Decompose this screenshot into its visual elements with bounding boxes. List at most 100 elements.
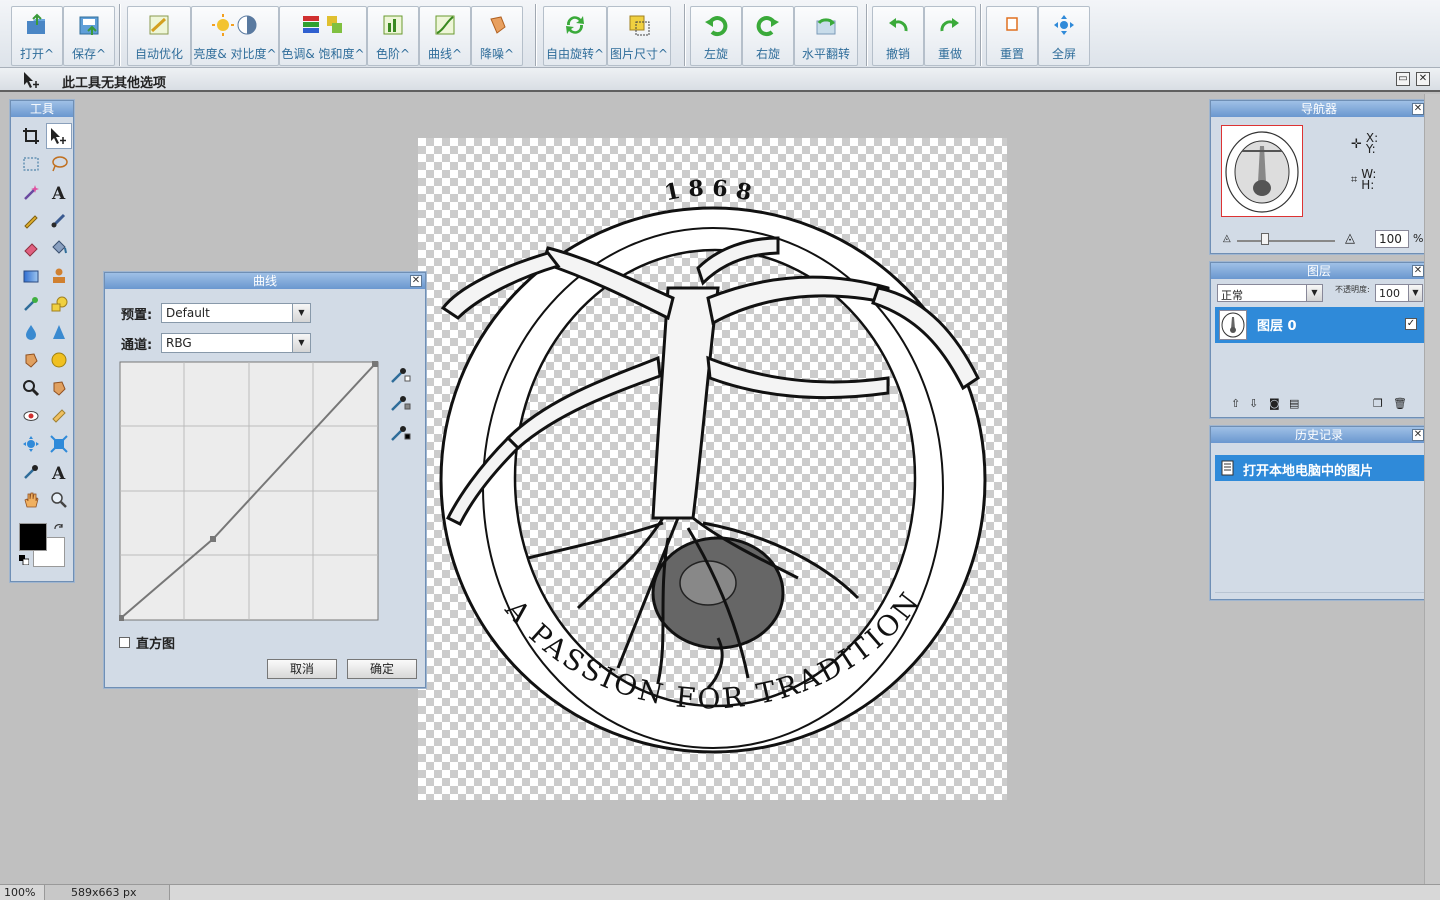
image-size-icon bbox=[629, 15, 650, 36]
layer-visibility-checkbox[interactable]: ✓ bbox=[1405, 318, 1417, 330]
move-tool[interactable] bbox=[46, 123, 72, 149]
smudge-tool[interactable] bbox=[18, 347, 44, 373]
spot-heal-tool[interactable] bbox=[46, 403, 72, 429]
zoom-input[interactable]: 100 bbox=[1375, 230, 1409, 248]
eraser-icon bbox=[24, 243, 38, 257]
transform-group: 自由旋转^ 图片尺寸^ bbox=[543, 6, 671, 66]
move-tool-icon bbox=[24, 72, 39, 88]
rotate-left-button[interactable]: 左旋 bbox=[690, 6, 742, 66]
curve-graph[interactable] bbox=[119, 361, 381, 623]
lasso-tool[interactable] bbox=[46, 151, 72, 177]
swap-colors-icon[interactable] bbox=[53, 523, 65, 535]
crop-tool[interactable] bbox=[18, 123, 44, 149]
image-size-button[interactable]: 图片尺寸^ bbox=[607, 6, 671, 66]
workspace-scrollbar[interactable] bbox=[1424, 94, 1440, 884]
brush-tool[interactable] bbox=[46, 207, 72, 233]
foreground-color-swatch[interactable] bbox=[19, 523, 47, 551]
auto-enhance-button[interactable]: 自动优化 bbox=[127, 6, 191, 66]
close-window-button[interactable]: ✕ bbox=[1416, 72, 1430, 86]
history-panel: 历史记录 ✕ 打开本地电脑中的图片 bbox=[1210, 426, 1428, 600]
marquee-tool[interactable] bbox=[18, 151, 44, 177]
curve-point[interactable] bbox=[210, 536, 216, 542]
rect-select-icon bbox=[23, 157, 39, 171]
restore-window-button[interactable]: ▭ bbox=[1396, 72, 1410, 86]
chevron-down-icon: ▼ bbox=[292, 334, 310, 352]
hue-saturation-button[interactable]: 色调& 饱和度^ bbox=[279, 6, 367, 66]
redo-icon bbox=[940, 18, 959, 32]
fullscreen-button[interactable]: 全屏 bbox=[1038, 6, 1090, 66]
type-tool[interactable]: A bbox=[46, 459, 72, 485]
new-layer-icon[interactable]: ❐ bbox=[1373, 397, 1383, 410]
gradient-tool[interactable] bbox=[18, 263, 44, 289]
curve-point[interactable] bbox=[119, 615, 124, 621]
blend-mode-select[interactable]: 正常 ▼ bbox=[1217, 284, 1323, 302]
preset-select[interactable]: Default ▼ bbox=[161, 303, 311, 323]
history-close-button[interactable]: ✕ bbox=[1412, 429, 1424, 441]
sponge-tool[interactable] bbox=[46, 347, 72, 373]
white-point-eyedropper-icon[interactable] bbox=[389, 365, 411, 385]
rotate-right-button[interactable]: 右旋 bbox=[742, 6, 794, 66]
open-button[interactable]: 打开^ bbox=[11, 6, 63, 66]
burn-tool[interactable] bbox=[46, 375, 72, 401]
channel-select[interactable]: RBG ▼ bbox=[161, 333, 311, 353]
curve-point[interactable] bbox=[372, 361, 378, 367]
zoom-slider-handle[interactable] bbox=[1261, 233, 1269, 245]
replace-color-tool[interactable] bbox=[18, 291, 44, 317]
ok-button[interactable]: 确定 bbox=[347, 659, 417, 679]
tools-panel: 工具 A A bbox=[10, 100, 74, 582]
chevron-down-icon: ▼ bbox=[1306, 285, 1322, 301]
move-layer-down-icon[interactable]: ⇩ bbox=[1249, 397, 1258, 410]
move-layer-up-icon[interactable]: ⇧ bbox=[1231, 397, 1240, 410]
dodge-burn-tool[interactable] bbox=[18, 375, 44, 401]
undo-button[interactable]: 撤销 bbox=[872, 6, 924, 66]
delete-layer-icon[interactable]: 🗑 bbox=[1393, 397, 1407, 410]
sharpen-icon bbox=[53, 325, 65, 339]
zoom-out-icon[interactable]: ◬ bbox=[1223, 233, 1231, 244]
redo-button[interactable]: 重做 bbox=[924, 6, 976, 66]
curves-button[interactable]: 曲线^ bbox=[419, 6, 471, 66]
bloat-tool[interactable] bbox=[18, 431, 44, 457]
text-tool[interactable]: A bbox=[46, 179, 72, 205]
histogram-checkbox[interactable] bbox=[119, 637, 130, 648]
black-point-eyedropper-icon[interactable] bbox=[389, 423, 411, 443]
sharpen-tool[interactable] bbox=[46, 319, 72, 345]
layer-mask-icon[interactable]: ◙ bbox=[1269, 397, 1280, 410]
shape-tool[interactable] bbox=[46, 291, 72, 317]
eraser-tool[interactable] bbox=[18, 235, 44, 261]
opacity-select[interactable]: 100 ▼ bbox=[1375, 284, 1423, 302]
hand-tool[interactable] bbox=[18, 487, 44, 513]
navigator-close-button[interactable]: ✕ bbox=[1412, 103, 1424, 115]
fill-tool[interactable] bbox=[46, 235, 72, 261]
history-item[interactable]: 打开本地电脑中的图片 bbox=[1215, 455, 1425, 481]
pinch-tool[interactable] bbox=[46, 431, 72, 457]
layers-close-button[interactable]: ✕ bbox=[1412, 265, 1424, 277]
brightness-contrast-button[interactable]: 亮度& 对比度^ bbox=[191, 6, 279, 66]
pencil-tool[interactable] bbox=[18, 207, 44, 233]
flip-horizontal-button[interactable]: 水平翻转 bbox=[794, 6, 858, 66]
free-rotate-button[interactable]: 自由旋转^ bbox=[543, 6, 607, 66]
color-picker-tool[interactable] bbox=[18, 459, 44, 485]
layer-row[interactable]: 图层 0 ✓ bbox=[1215, 307, 1425, 343]
levels-button[interactable]: 色阶^ bbox=[367, 6, 419, 66]
curves-close-button[interactable]: ✕ bbox=[410, 275, 422, 287]
thumbnail-image bbox=[1225, 131, 1299, 213]
toolbar-separator bbox=[866, 4, 868, 66]
clone-stamp-tool[interactable] bbox=[46, 263, 72, 289]
navigator-thumbnail[interactable] bbox=[1221, 125, 1303, 217]
red-eye-tool[interactable] bbox=[18, 403, 44, 429]
layer-settings-icon[interactable]: ▤ bbox=[1289, 397, 1299, 410]
save-button[interactable]: 保存^ bbox=[63, 6, 115, 66]
blur-tool[interactable] bbox=[18, 319, 44, 345]
layer-thumbnail bbox=[1219, 310, 1247, 340]
gray-point-eyedropper-icon[interactable] bbox=[389, 393, 411, 413]
zoom-in-icon[interactable]: ◬ bbox=[1345, 231, 1355, 246]
cancel-button[interactable]: 取消 bbox=[267, 659, 337, 679]
reset-button[interactable]: 重置 bbox=[986, 6, 1038, 66]
layer-name: 图层 0 bbox=[1257, 319, 1297, 334]
denoise-button[interactable]: 降噪^ bbox=[471, 6, 523, 66]
magic-wand-tool[interactable] bbox=[18, 179, 44, 205]
image-canvas[interactable]: 1 8 6 8 A PASSION FOR TRADITION bbox=[418, 138, 1007, 800]
default-colors-icon[interactable] bbox=[19, 555, 29, 565]
zoom-slider-track[interactable] bbox=[1237, 240, 1335, 242]
zoom-tool[interactable] bbox=[46, 487, 72, 513]
